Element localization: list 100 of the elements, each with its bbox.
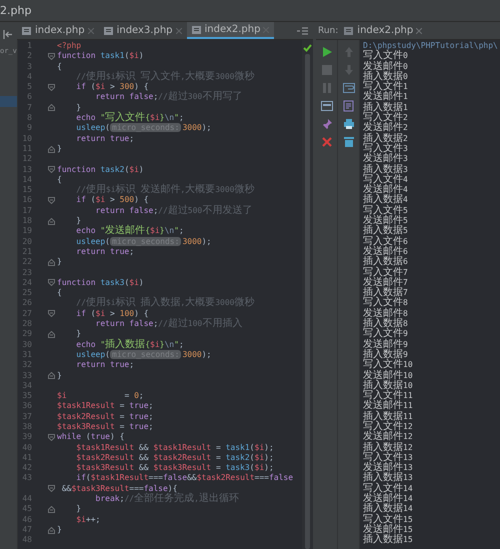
code-line: return true; bbox=[75, 360, 134, 370]
code-line: $task3Result && $task3Result = task3($i); bbox=[75, 463, 274, 474]
scrollbar[interactable] bbox=[305, 54, 310, 549]
code-line: { bbox=[57, 62, 62, 72]
code-line: //使用$i标识 写入文件,大概要3000微秒 bbox=[75, 72, 254, 82]
code-line: $task1Result = true; bbox=[57, 401, 154, 412]
output-line: 写入文件9 bbox=[363, 329, 409, 340]
output-line: 插入数据10 bbox=[363, 380, 414, 391]
output-line: 写入文件4 bbox=[363, 174, 409, 185]
output-line: 插入数据0 bbox=[363, 72, 409, 82]
fold-icon[interactable] bbox=[48, 197, 55, 204]
tab-list-icon[interactable] bbox=[297, 26, 309, 34]
code-line: echo "插入数据{$i}\n"; bbox=[75, 340, 184, 350]
output-line: 发送邮件0 bbox=[363, 62, 409, 72]
code-line: echo "发送邮件{$i}\n"; bbox=[75, 226, 184, 237]
output-line: 插入数据6 bbox=[363, 257, 409, 268]
code-line: } bbox=[75, 102, 82, 114]
pause-icon[interactable] bbox=[320, 82, 332, 94]
file-icon bbox=[192, 24, 202, 34]
collapse-icon[interactable] bbox=[3, 30, 13, 39]
output-line: 发送邮件14 bbox=[363, 494, 414, 504]
file-icon bbox=[344, 26, 354, 36]
output-line: 写入文件12 bbox=[363, 422, 414, 432]
fold-icon[interactable] bbox=[48, 52, 55, 60]
code-line: $i = 0; bbox=[57, 391, 144, 402]
output-line: 发送邮件11 bbox=[363, 401, 414, 412]
output-line: 发送邮件1 bbox=[363, 92, 409, 102]
output-line: 发送邮件3 bbox=[363, 154, 409, 164]
fold-icon[interactable] bbox=[48, 434, 55, 441]
output-line: 插入数据5 bbox=[363, 226, 409, 236]
fold-icon[interactable] bbox=[48, 526, 55, 534]
output-line: 写入文件6 bbox=[363, 236, 409, 247]
output-line: 写入文件5 bbox=[363, 206, 409, 216]
output-line: 发送邮件6 bbox=[363, 246, 409, 257]
fold-icon[interactable] bbox=[48, 104, 55, 112]
output-line: 插入数据8 bbox=[363, 319, 409, 330]
arrow-up-icon[interactable] bbox=[342, 46, 354, 58]
output-line: 写入文件8 bbox=[363, 298, 409, 308]
fold-icon[interactable] bbox=[48, 330, 55, 338]
output-line: 发送邮件8 bbox=[363, 308, 409, 319]
wrap-icon[interactable] bbox=[342, 82, 354, 94]
file-icon bbox=[104, 26, 114, 36]
output-line: 发送邮件15 bbox=[363, 524, 414, 535]
arrow-down-icon[interactable] bbox=[342, 64, 354, 76]
output-line: 发送邮件5 bbox=[363, 216, 409, 226]
code-line: //使用$i标识 发送邮件,大概要3000微秒 bbox=[75, 185, 254, 196]
fold-icon[interactable] bbox=[48, 372, 55, 380]
code-line: //使用$i标识 插入数据,大概要3000微秒 bbox=[75, 298, 254, 309]
code-line: $task1Result && $task1Result = task1($i); bbox=[75, 442, 274, 453]
close-icon[interactable] bbox=[416, 28, 422, 34]
code-line: } bbox=[75, 329, 82, 340]
file-tab[interactable]: index2.php bbox=[186, 22, 274, 39]
run-label: Run: bbox=[318, 26, 338, 36]
code-line: echo "写入文件{$i}\n"; bbox=[75, 113, 184, 124]
code-editor[interactable] bbox=[17, 40, 313, 549]
run-tab[interactable]: index2.php bbox=[344, 25, 422, 36]
fold-icon[interactable] bbox=[48, 146, 55, 153]
output-line: 插入数据7 bbox=[363, 288, 409, 298]
fold-icon[interactable] bbox=[48, 84, 55, 91]
code-line: { bbox=[57, 288, 62, 298]
code-line: break;//全部任务完成,退出循环 bbox=[94, 494, 239, 504]
fold-icon[interactable] bbox=[48, 166, 55, 174]
code-line: } bbox=[57, 257, 62, 268]
close-icon[interactable] bbox=[88, 28, 94, 34]
file-tab[interactable]: index3.php bbox=[98, 22, 187, 39]
output-line: 插入数据13 bbox=[363, 473, 414, 484]
code-line: return true; bbox=[75, 246, 134, 258]
code-line: } bbox=[57, 524, 62, 536]
pin-icon[interactable] bbox=[320, 118, 332, 130]
close-icon[interactable] bbox=[320, 136, 332, 148]
output-line: 发送邮件2 bbox=[363, 123, 409, 134]
code-line: return false;//超过300不用写了 bbox=[94, 92, 242, 103]
stop-icon[interactable] bbox=[320, 64, 332, 76]
output-line: D:\phpstudy\PHPTutorial\php\ bbox=[363, 41, 499, 50]
file-tab[interactable]: index.php bbox=[17, 22, 99, 39]
run-icon[interactable] bbox=[320, 46, 332, 58]
layout-icon[interactable] bbox=[320, 100, 332, 112]
code-line: <?php bbox=[57, 41, 82, 52]
fold-icon[interactable] bbox=[48, 506, 55, 513]
code-line: if ($i > 300) { bbox=[75, 82, 149, 92]
output-line: 插入数据9 bbox=[363, 350, 409, 360]
scroll-icon[interactable] bbox=[342, 100, 354, 112]
fold-icon[interactable] bbox=[48, 310, 55, 318]
fold-icon[interactable] bbox=[48, 258, 55, 266]
output-line: 写入文件0 bbox=[363, 51, 408, 62]
output-line: 发送邮件9 bbox=[363, 340, 409, 350]
code-line: function task2($i) bbox=[57, 164, 144, 175]
print-icon[interactable] bbox=[342, 118, 354, 130]
selection-highlight bbox=[0, 96, 17, 107]
output-line: 插入数据11 bbox=[363, 412, 414, 422]
close-icon[interactable] bbox=[176, 28, 182, 34]
fold-icon[interactable] bbox=[48, 485, 55, 492]
output-line: 写入文件15 bbox=[363, 514, 414, 525]
code-line: $i++; bbox=[75, 514, 100, 525]
fold-icon[interactable] bbox=[48, 279, 55, 286]
output-line: 写入文件7 bbox=[363, 268, 409, 278]
output-line: 发送邮件4 bbox=[363, 185, 409, 196]
fold-icon[interactable] bbox=[48, 218, 55, 225]
code-line: if($task1Result===false&&$task2Result===false bbox=[75, 473, 294, 484]
trash-icon[interactable] bbox=[342, 136, 354, 148]
